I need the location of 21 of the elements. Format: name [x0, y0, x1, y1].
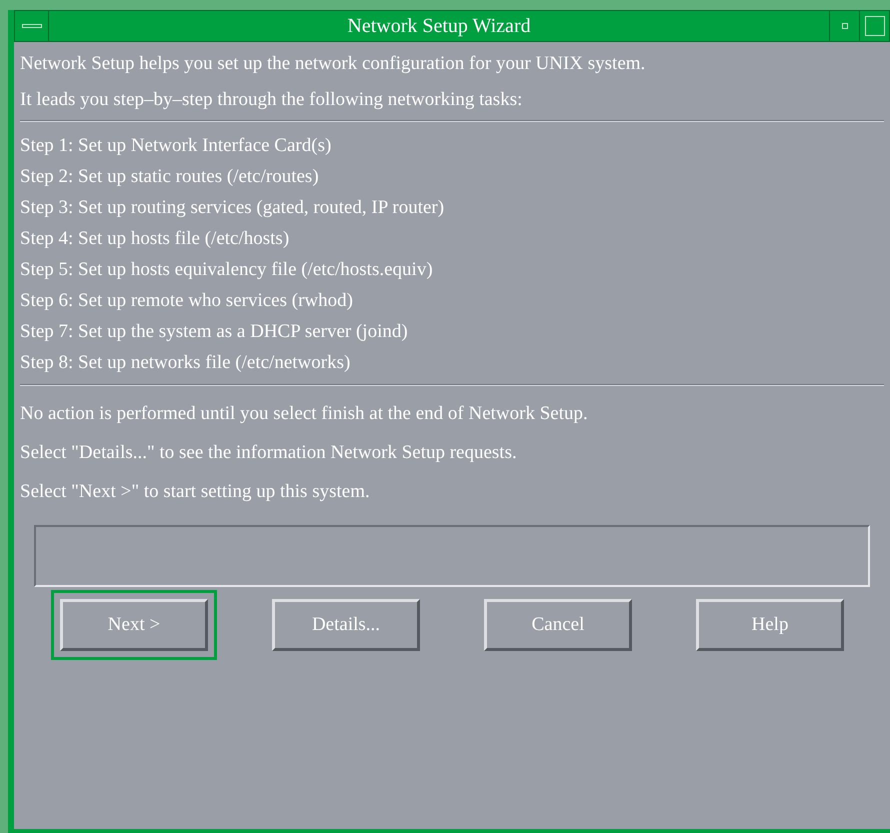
step-text: Step 1: Set up Network Interface Card(s) [20, 134, 332, 158]
step-text: Step 2: Set up static routes (/etc/routes) [20, 164, 320, 188]
minus-icon [22, 24, 42, 28]
step-text: Step 5: Set up hosts equivalency file (/etc/hosts.equiv) [20, 258, 434, 282]
intro-text: It leads you step–by–step through the following networking tasks: [20, 88, 524, 112]
step-text: Step 8: Set up networks file (/etc/networks) [20, 350, 352, 374]
step-text: Step 4: Set up hosts file (/etc/hosts) [20, 226, 290, 250]
dialog-button[interactable]: Help [696, 599, 844, 651]
maximize-icon [864, 16, 884, 36]
note-text: No action is performed until you select finish at the end of Network Setup. [20, 402, 589, 426]
minimize-icon [842, 23, 848, 29]
note-text: Select "Details..." to see the information Network Setup requests. [20, 440, 518, 464]
step-text: Step 7: Set up the system as a DHCP server (joind) [20, 320, 409, 344]
dialog-button[interactable]: Cancel [484, 599, 632, 651]
intro-text: Network Setup helps you set up the network configuration for your UNIX system. [20, 52, 646, 76]
step-text: Step 6: Set up remote who services (rwhod) [20, 288, 354, 312]
window-title: Network Setup Wizard [346, 14, 532, 39]
note-text: Select "Next >" to start setting up this system. [20, 480, 371, 504]
dialog-button[interactable]: Details... [272, 599, 420, 651]
step-text: Step 3: Set up routing services (gated, routed, IP router) [20, 196, 446, 220]
dialog-button[interactable]: Next > [60, 599, 208, 651]
